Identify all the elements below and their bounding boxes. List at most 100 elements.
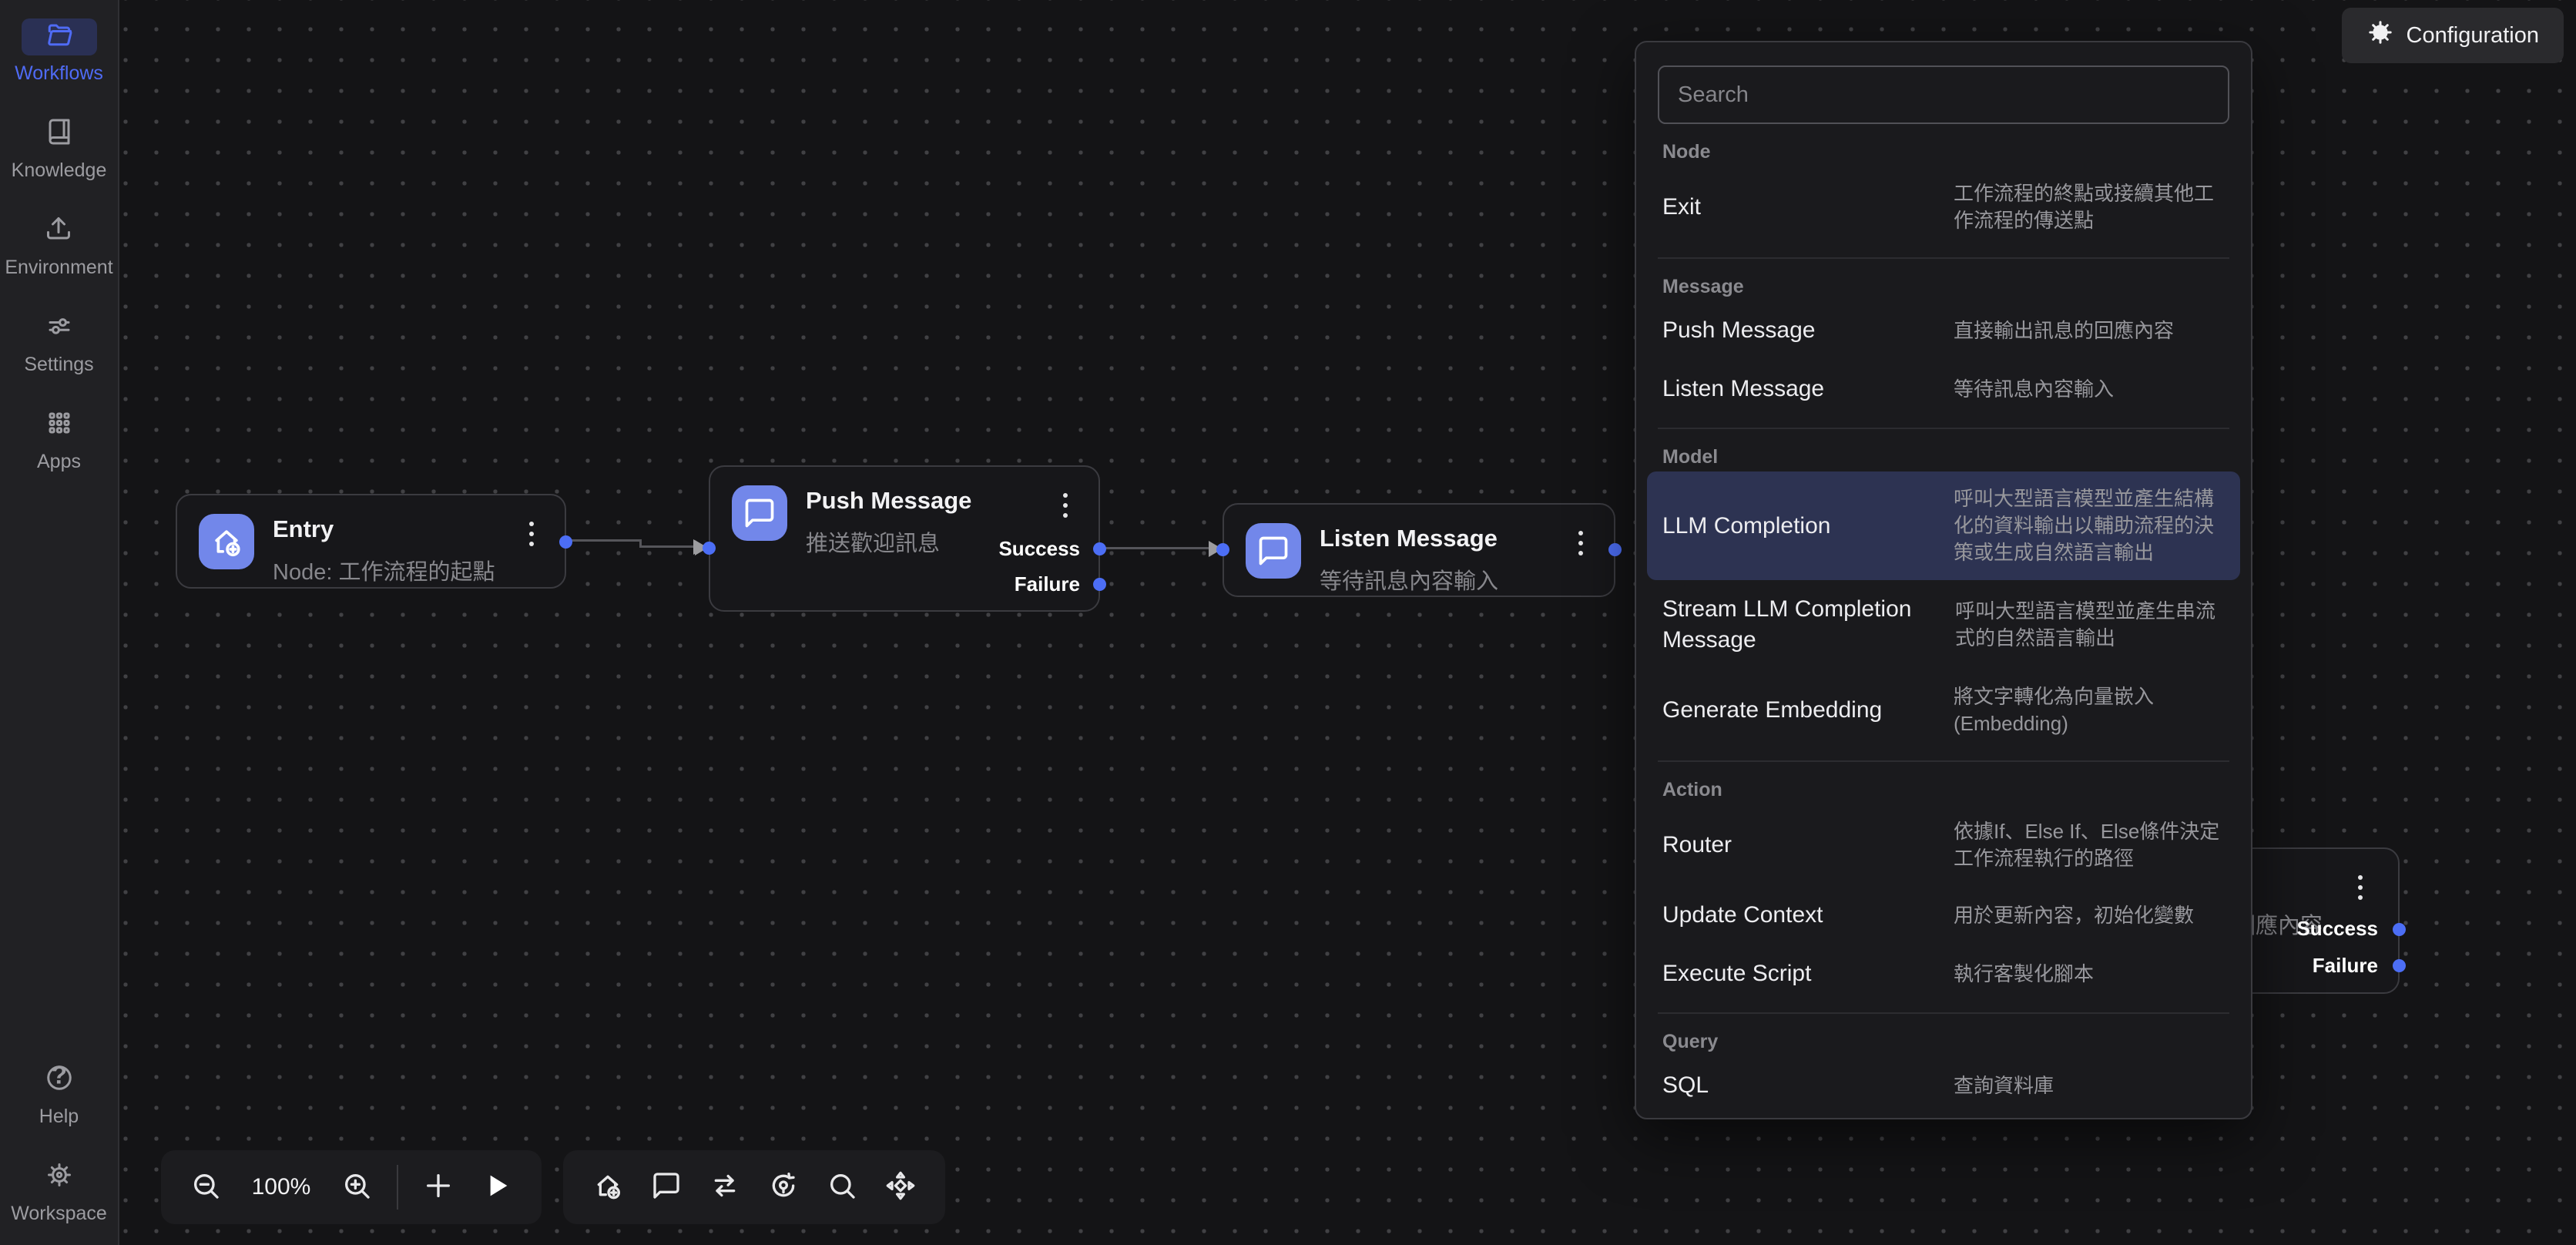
catalog-item-stream-llm-completion[interactable]: Stream LLM Completion Message 呼叫大型語言模型並產…	[1636, 580, 2251, 669]
catalog-item-desc: 依據If、Else If、Else條件決定工作流程執行的路徑	[1954, 818, 2225, 872]
zoom-level: 100%	[249, 1174, 314, 1200]
output-label-failure: Failure	[1015, 572, 1080, 596]
section-header-query: Query	[1662, 1031, 2225, 1053]
catalog-item-desc: 用於更新內容，初始化變數	[1954, 902, 2225, 929]
fit-view-button[interactable]	[871, 1158, 930, 1216]
sidebar-item-environment[interactable]: Environment	[5, 213, 112, 279]
node-subtitle: 等待訊息內容輸入	[1320, 563, 1498, 596]
output-port[interactable]	[559, 535, 572, 549]
sidebar-item-workspace[interactable]: Workspace	[11, 1159, 107, 1225]
search-icon	[827, 1170, 857, 1205]
output-port-failure[interactable]	[1093, 578, 1106, 591]
search-nodes-button[interactable]	[813, 1158, 871, 1216]
node-title: Push Message	[806, 487, 971, 515]
sidebar-item-label: Environment	[5, 257, 112, 279]
sidebar-item-label: Knowledge	[12, 159, 107, 182]
configuration-label: Configuration	[2407, 23, 2540, 49]
output-port[interactable]	[1608, 543, 1622, 556]
sidebar-item-knowledge[interactable]: Knowledge	[12, 116, 107, 182]
edge-success-to-listen	[1102, 547, 1210, 549]
divider	[1658, 760, 2229, 762]
home-plus-icon	[592, 1170, 623, 1205]
node-catalog-panel: Node Exit 工作流程的終點或接續其他工作流程的傳送點 Message P…	[1635, 41, 2252, 1119]
catalog-item-generate-embedding[interactable]: Generate Embedding 將文字轉化為向量嵌入(Embedding)	[1636, 669, 2251, 751]
zoom-toolbar: 100%	[161, 1150, 542, 1224]
divider	[397, 1165, 398, 1210]
sidebar: Workflows Knowledge Environment Settings	[0, 0, 119, 1245]
catalog-item-title: Execute Script	[1662, 958, 1811, 989]
sidebar-item-apps[interactable]: Apps	[22, 407, 97, 473]
divider	[1658, 428, 2229, 429]
divider	[1658, 257, 2229, 259]
node-menu-kebab-icon[interactable]	[1575, 528, 1586, 559]
catalog-item-title: Push Message	[1662, 315, 1815, 346]
section-header-model: Model	[1662, 446, 2225, 468]
output-port-success[interactable]	[2393, 923, 2406, 936]
add-router-node-button[interactable]	[696, 1158, 754, 1216]
add-entry-node-button[interactable]	[579, 1158, 637, 1216]
output-label-success: Success	[998, 537, 1080, 561]
catalog-item-retrieve-knowledge[interactable]: Retrieve Knowledge 透過自然語言檢索知識庫	[1636, 1115, 2251, 1119]
help-circle-icon: ?	[45, 1064, 73, 1097]
node-menu-kebab-icon[interactable]	[2355, 872, 2366, 903]
grid-dots-icon	[45, 409, 73, 442]
node-entry[interactable]: Entry Node: 工作流程的起點	[176, 494, 566, 589]
catalog-item-title: Listen Message	[1662, 374, 1824, 404]
output-label-success: Success	[2296, 917, 2378, 941]
lightbulb-refresh-icon	[768, 1170, 799, 1205]
input-port[interactable]	[703, 542, 716, 555]
node-tools-toolbar	[563, 1150, 945, 1224]
section-header-action: Action	[1662, 779, 2225, 801]
catalog-item-sql[interactable]: SQL 查詢資料庫	[1636, 1056, 2251, 1115]
output-port-success[interactable]	[1093, 542, 1106, 555]
run-workflow-button[interactable]	[468, 1158, 526, 1216]
node-subtitle: 推送歡迎訊息	[806, 525, 940, 558]
section-header-message: Message	[1662, 276, 2225, 298]
sidebar-item-workflows[interactable]: Workflows	[15, 18, 103, 85]
sidebar-item-label: Apps	[37, 451, 81, 473]
catalog-item-router[interactable]: Router 依據If、Else If、Else條件決定工作流程執行的路徑	[1636, 804, 2251, 886]
configuration-button[interactable]: Configuration	[2342, 8, 2564, 63]
zoom-out-button[interactable]	[176, 1158, 235, 1216]
book-icon	[45, 118, 73, 151]
node-menu-kebab-icon[interactable]	[1060, 490, 1071, 521]
node-listen-message[interactable]: Listen Message 等待訊息內容輸入	[1223, 503, 1615, 597]
sidebar-item-label: Workflows	[15, 62, 103, 85]
catalog-item-desc: 直接輸出訊息的回應內容	[1954, 317, 2225, 344]
gear-icon	[2366, 18, 2394, 52]
node-subtitle: Node: 工作流程的起點	[273, 554, 495, 586]
add-llm-node-button[interactable]	[754, 1158, 813, 1216]
catalog-item-desc: 呼叫大型語言模型並產生串流式的自然語言輸出	[1955, 598, 2225, 652]
catalog-item-title: Router	[1662, 830, 1732, 861]
output-port-failure[interactable]	[2393, 959, 2406, 972]
sidebar-item-label: Help	[39, 1106, 79, 1128]
catalog-item-update-context[interactable]: Update Context 用於更新內容，初始化變數	[1636, 886, 2251, 945]
zoom-in-button[interactable]	[327, 1158, 386, 1216]
zoom-in-icon	[341, 1170, 372, 1205]
catalog-item-push-message[interactable]: Push Message 直接輸出訊息的回應內容	[1636, 301, 2251, 360]
input-port[interactable]	[1216, 543, 1229, 556]
add-message-node-button[interactable]	[637, 1158, 696, 1216]
node-push-message[interactable]: Push Message 推送歡迎訊息 Success Failure	[709, 465, 1100, 612]
sidebar-item-label: Settings	[24, 354, 93, 376]
move-diamond-icon	[885, 1170, 916, 1205]
sidebar-item-label: Workspace	[11, 1203, 107, 1225]
catalog-item-exit[interactable]: Exit 工作流程的終點或接續其他工作流程的傳送點	[1636, 166, 2251, 248]
upload-icon	[45, 215, 72, 248]
sidebar-item-help[interactable]: ? Help	[22, 1062, 97, 1128]
node-menu-kebab-icon[interactable]	[526, 518, 537, 549]
message-square-icon	[732, 485, 787, 541]
message-square-icon	[651, 1170, 682, 1205]
catalog-item-execute-script[interactable]: Execute Script 執行客製化腳本	[1636, 945, 2251, 1003]
catalog-item-listen-message[interactable]: Listen Message 等待訊息內容輸入	[1636, 360, 2251, 418]
sidebar-item-settings[interactable]: Settings	[22, 310, 97, 376]
output-label-failure: Failure	[2313, 954, 2378, 978]
catalog-item-desc: 工作流程的終點或接續其他工作流程的傳送點	[1954, 180, 2225, 234]
swap-arrows-icon	[709, 1170, 740, 1205]
catalog-item-desc: 將文字轉化為向量嵌入(Embedding)	[1954, 683, 2225, 737]
catalog-item-llm-completion[interactable]: LLM Completion 呼叫大型語言模型並產生結構化的資料輸出以輔助流程的…	[1647, 471, 2240, 580]
search-input[interactable]	[1658, 65, 2229, 124]
catalog-item-title: LLM Completion	[1662, 511, 1830, 542]
node-title: Listen Message	[1320, 525, 1498, 552]
add-node-button[interactable]	[409, 1158, 468, 1216]
